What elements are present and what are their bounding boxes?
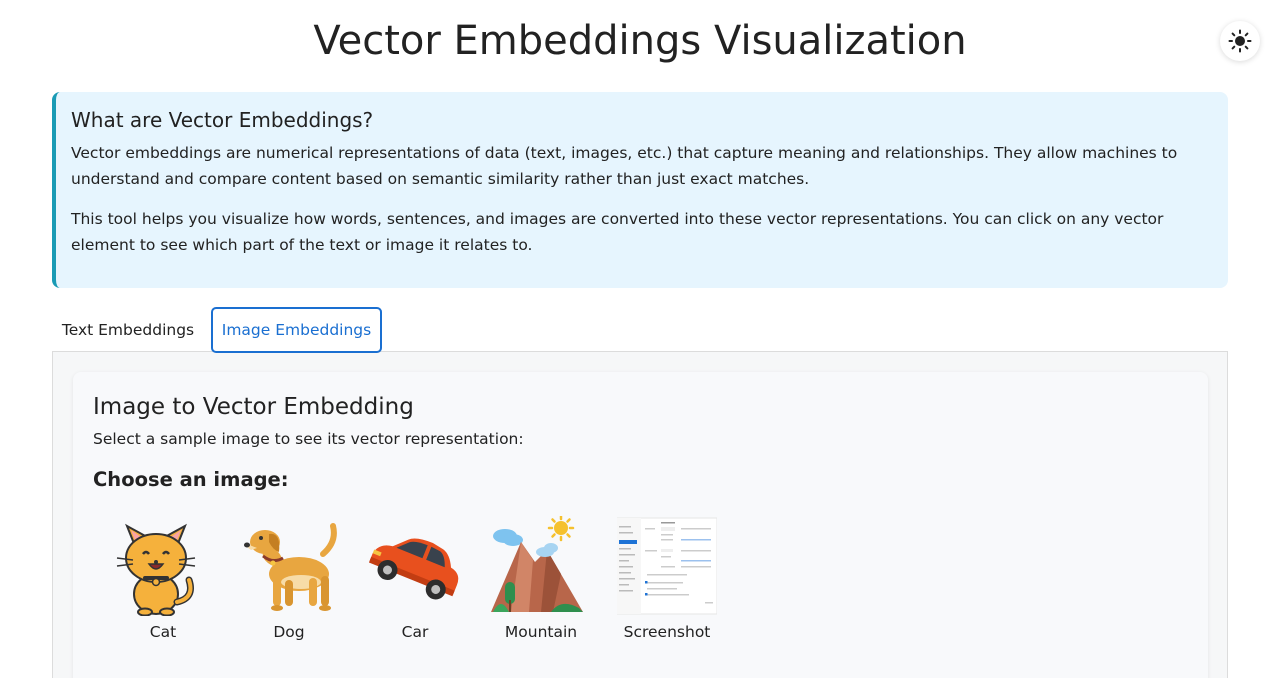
image-option-car[interactable]: Car bbox=[365, 516, 465, 641]
image-option-screenshot[interactable]: Screenshot bbox=[617, 516, 717, 641]
tab-panel: Image to Vector Embedding Select a sampl… bbox=[52, 351, 1228, 678]
image-option-mountain[interactable]: Mountain bbox=[491, 516, 591, 641]
dog-icon bbox=[244, 523, 337, 611]
image-label-cat: Cat bbox=[149, 623, 177, 641]
tab-bar: Text Embeddings Image Embeddings bbox=[52, 307, 452, 353]
card-title: Image to Vector Embedding bbox=[93, 394, 414, 420]
image-option-dog[interactable]: Dog bbox=[239, 516, 339, 641]
info-box: What are Vector Embeddings? Vector embed… bbox=[52, 92, 1228, 288]
tab-image-embeddings[interactable]: Image Embeddings bbox=[211, 307, 382, 353]
image-label-car: Car bbox=[401, 623, 429, 641]
tab-text-embeddings[interactable]: Text Embeddings bbox=[52, 307, 204, 353]
sun-icon bbox=[1228, 29, 1252, 53]
info-paragraph-1: Vector embeddings are numerical represen… bbox=[71, 144, 1178, 188]
cat-icon bbox=[116, 523, 196, 616]
image-label-screenshot: Screenshot bbox=[623, 623, 711, 641]
info-paragraph-2: This tool helps you visualize how words,… bbox=[71, 210, 1164, 254]
choose-image-label: Choose an image: bbox=[93, 468, 289, 491]
page-title: Vector Embeddings Visualization bbox=[313, 18, 967, 64]
info-title: What are Vector Embeddings? bbox=[71, 108, 374, 132]
image-label-mountain: Mountain bbox=[504, 623, 578, 641]
mountain-icon bbox=[491, 516, 583, 612]
image-gallery: Cat Dog Car Mountain Screenshot bbox=[113, 516, 753, 646]
theme-toggle-button[interactable] bbox=[1220, 21, 1260, 61]
screenshot-thumbnail bbox=[617, 517, 717, 615]
image-label-dog: Dog bbox=[273, 623, 305, 641]
car-icon bbox=[368, 538, 459, 600]
card-subtitle: Select a sample image to see its vector … bbox=[93, 430, 524, 448]
image-option-cat[interactable]: Cat bbox=[113, 516, 213, 641]
